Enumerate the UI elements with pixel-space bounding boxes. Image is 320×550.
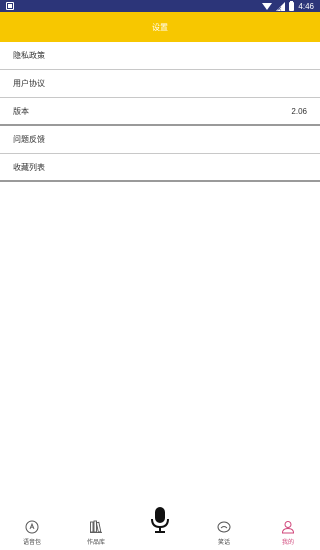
menu-item-label: 收藏列表 bbox=[13, 162, 45, 172]
status-time: 4:46 bbox=[298, 1, 314, 11]
notification-icon bbox=[6, 2, 14, 10]
nav-label: 我的 bbox=[281, 540, 294, 546]
status-indicators: 4:46 bbox=[262, 0, 314, 13]
menu-item-user-agreement[interactable]: 用户协议 bbox=[0, 70, 320, 98]
page-title: 设置 bbox=[152, 22, 168, 32]
version-number: 2.06 bbox=[291, 106, 307, 116]
nav-item-library[interactable]: 作品库 bbox=[71, 520, 121, 546]
nav-item-jokes[interactable]: 笑话 bbox=[199, 520, 249, 546]
signal-icon bbox=[276, 1, 286, 13]
nav-item-profile[interactable]: 我的 bbox=[263, 520, 313, 546]
settings-menu: 隐私政策 用户协议 版本 2.06 问题反馈 收藏列表 bbox=[0, 42, 320, 182]
joke-icon bbox=[217, 521, 231, 533]
nav-label: 笑话 bbox=[217, 540, 230, 546]
menu-item-label: 问题反馈 bbox=[13, 135, 45, 144]
menu-item-favorites[interactable]: 收藏列表 bbox=[0, 154, 320, 182]
app-header: 设置 bbox=[0, 12, 320, 42]
menu-item-version: 版本 2.06 bbox=[0, 98, 320, 126]
wifi-icon bbox=[262, 2, 273, 10]
menu-item-feedback[interactable]: 问题反馈 bbox=[0, 126, 320, 154]
profile-icon bbox=[281, 521, 295, 534]
menu-item-label: 版本 bbox=[13, 106, 29, 116]
voice-pack-icon bbox=[25, 520, 39, 534]
nav-label: 作品库 bbox=[86, 540, 105, 546]
nav-item-voice-pack[interactable]: 语音包 bbox=[7, 520, 57, 546]
menu-item-label: 用户协议 bbox=[13, 79, 45, 88]
battery-icon bbox=[289, 0, 295, 11]
library-icon bbox=[90, 520, 102, 533]
nav-label: 语音包 bbox=[22, 540, 41, 546]
record-button[interactable] bbox=[135, 506, 185, 534]
microphone-icon bbox=[151, 507, 169, 533]
menu-item-label: 隐私政策 bbox=[13, 51, 45, 60]
bottom-nav: 语音包 作品库 笑话 我的 bbox=[0, 506, 320, 550]
menu-item-privacy-policy[interactable]: 隐私政策 bbox=[0, 42, 320, 70]
status-bar: 4:46 bbox=[0, 0, 320, 13]
